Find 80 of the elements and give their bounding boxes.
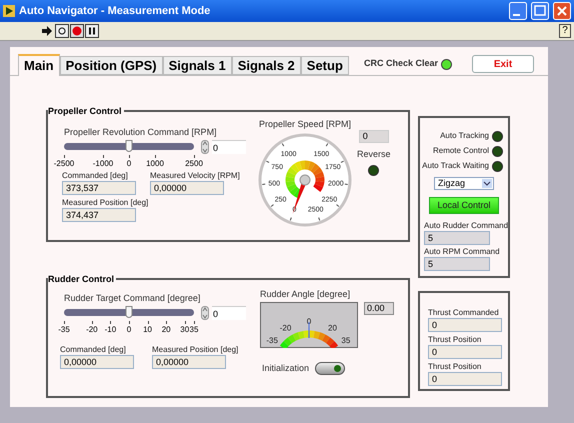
field-label: Thrust Position [428,361,482,372]
help-button[interactable]: ? [559,24,571,38]
initialization-button[interactable] [315,362,346,375]
spinner-icon[interactable] [201,140,209,154]
field-label: Thrust Commanded [428,307,500,318]
led-label: Reverse [357,148,391,161]
dropdown-caret-icon[interactable] [482,179,492,188]
tick-label: 2500 [185,158,203,168]
tick-label: 1000 [146,158,164,168]
maximize-icon[interactable] [531,2,549,20]
led-label: Auto Tracking [440,130,489,142]
value-field: 0,00000 [60,354,134,368]
slider-label: Rudder Target Command [degree] [64,292,202,305]
meter-label: Rudder Angle [degree] [260,288,352,301]
tick-label: -35 [58,324,70,334]
meter-scale-label: 20 [328,323,337,332]
close-icon[interactable] [553,2,571,20]
tick-label: -20 [86,324,98,334]
color-scale-arc [280,330,338,348]
tab[interactable]: Position (GPS) [60,56,163,75]
crc-status-label: CRC Check Clear [364,56,438,70]
stop-icon[interactable] [70,24,84,38]
value-field: 5 [424,257,490,271]
panel-title: Propeller Control [48,105,124,118]
value-field: 5 [424,231,490,245]
pause-icon[interactable] [85,24,99,38]
app-icon [3,5,15,17]
spinner-icon[interactable] [201,306,209,320]
value-field: 0,00000 [152,354,226,368]
slider-thumb[interactable] [126,306,132,318]
value-field: 0 [358,130,389,143]
tick-label: -10 [104,324,116,334]
gauge-label: Propeller Speed [RPM] [258,118,352,131]
tick-label: -2500 [54,158,74,168]
field-label: Measured Position [deg] [152,344,238,354]
value-field: 373,537 [62,180,136,194]
value-field: 374,437 [62,208,136,222]
field-label: Measured Velocity [RPM] [150,170,241,180]
slider-thumb[interactable] [126,140,132,152]
tab[interactable]: Setup [300,56,349,75]
tab[interactable]: Main [18,54,60,76]
dropdown-value: Zigzag [438,176,466,190]
field-label: Commanded [deg] [62,170,129,180]
tick-label: 20 [162,324,171,334]
minimize-icon[interactable] [509,2,527,20]
value-field[interactable]: 0 [212,140,246,154]
slider-label: Propeller Revolution Command [RPM] [64,126,218,139]
led-label: Auto Track Waiting [422,160,489,172]
toggle-label: Initialization [262,362,310,374]
tick-label: 0 [126,324,132,334]
continuous-run-icon[interactable] [55,24,69,38]
tick-label: 35 [190,324,198,334]
run-arrow-icon[interactable] [40,24,54,38]
meter-scale-label: 35 [341,336,350,345]
meter-scale-label: -35 [266,336,278,345]
value-field: 0.00 [364,302,394,315]
value-field: 0 [428,345,502,359]
field-label: Measured Position [deg] [62,196,148,208]
value-field: 0,00000 [150,180,224,194]
tab[interactable]: Signals 2 [232,56,301,75]
window-title: Auto Navigator - Measurement Mode [19,4,212,19]
tick-label: 10 [143,324,152,334]
field-label: Auto RPM Command [424,246,501,257]
field-label: Thrust Position [428,334,482,345]
tab[interactable]: Signals 1 [162,56,232,75]
mode-dropdown[interactable]: Zigzag [434,177,494,190]
local-control-button[interactable]: Local Control [429,197,499,214]
color-scale-arc [286,160,324,198]
field-label: Auto Rudder Command [424,220,508,231]
value-field: 0 [428,372,502,386]
meter-scale-label: 0 [306,316,312,326]
tick-label: 0 [126,158,132,168]
field-label: Commanded [deg] [60,344,127,354]
tick-label: 30 [180,324,190,334]
led-label: Remote Control [432,145,489,157]
value-field[interactable]: 0 [212,306,246,320]
tick-label: -1000 [92,158,114,168]
exit-button[interactable]: Exit [472,55,534,73]
meter-scale-label: -20 [280,323,292,332]
value-field: 0 [428,318,502,332]
